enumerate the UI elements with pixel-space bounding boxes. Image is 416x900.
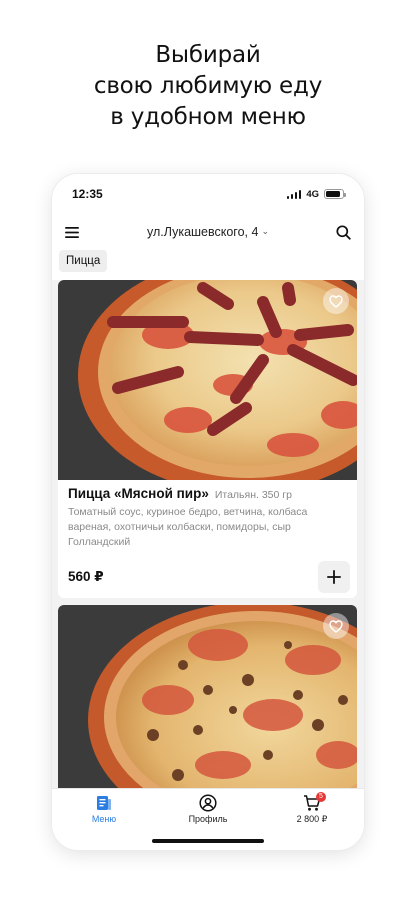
promo-headline: Выбирай свою любимую еду в удобном меню [0,40,416,133]
category-chip-pizza[interactable]: Пицца [59,250,108,272]
hamburger-icon[interactable] [60,220,84,244]
tab-profile-label: Профиль [188,814,228,824]
tab-cart[interactable]: 5 2 800 ₽ [272,792,352,825]
product-meta: Итальян. 350 гр [214,489,292,501]
status-indicators: 4G [286,188,346,200]
signal-icon [286,189,302,199]
app-screen: 12:35 4G ул.Лукашевского, 4 ⌄ Пицца Пицц… [52,174,364,850]
menu-book-icon [97,796,111,810]
chevron-down-icon: ⌄ [261,225,269,236]
category-chips: Пицца [52,250,364,280]
phone-frame: 12:35 4G ул.Лукашевского, 4 ⌄ Пицца Пицц… [52,174,364,850]
favorite-button[interactable] [323,288,349,314]
product-price: 560 ₽ [68,569,104,584]
network-type: 4G [306,188,319,200]
cart-badge: 5 [316,792,326,802]
status-bar: 12:35 4G [52,174,364,214]
profile-icon [199,794,217,812]
product-description: Томатный соус, куриное бедро, ветчина, к… [68,506,308,548]
home-indicator [152,839,264,843]
product-title: Пицца «Мясной пир» [68,486,209,501]
headline-line-1: Выбирай [155,42,261,68]
address-text: ул.Лукашевского, 4 [146,225,259,239]
cart-total: 2 800 ₽ [296,814,328,824]
top-bar: ул.Лукашевского, 4 ⌄ [52,214,364,250]
tab-profile[interactable]: Профиль [168,794,248,824]
tab-menu[interactable]: Меню [64,794,144,824]
plus-icon [327,570,341,584]
product-info: Пицца «Мясной пир» Итальян. 350 гр Томат… [68,486,350,550]
status-time: 12:35 [72,187,103,201]
address-selector[interactable]: ул.Лукашевского, 4 ⌄ [147,225,269,239]
product-card[interactable] [58,605,357,788]
heart-icon [329,294,343,308]
add-to-cart-button[interactable] [318,561,350,593]
tab-menu-label: Меню [91,814,117,824]
battery-icon [324,189,346,199]
price-row: 560 ₽ [68,560,350,594]
headline-line-3: в удобном меню [110,104,306,130]
product-card[interactable]: Пицца «Мясной пир» Итальян. 350 гр Томат… [58,280,357,598]
favorite-button[interactable] [323,613,349,639]
product-image [58,605,357,788]
search-icon[interactable] [332,220,356,244]
heart-icon [329,619,343,633]
product-image [58,280,357,480]
product-feed[interactable]: Пицца «Мясной пир» Итальян. 350 гр Томат… [52,280,364,788]
headline-line-2: свою любимую еду [93,73,323,99]
